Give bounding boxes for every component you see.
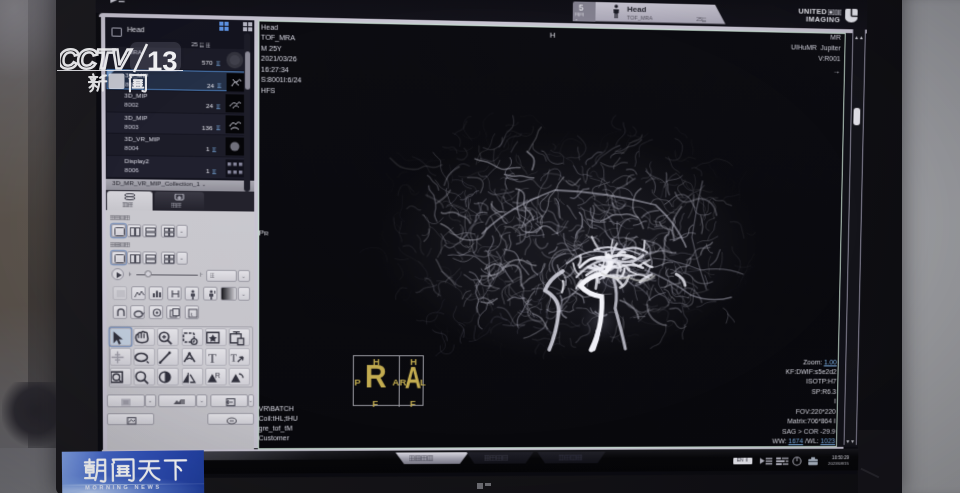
svg-text:t: t — [190, 311, 192, 318]
svg-text:T: T — [208, 351, 217, 365]
svg-text:T: T — [230, 353, 237, 364]
svg-text:R: R — [215, 371, 221, 380]
